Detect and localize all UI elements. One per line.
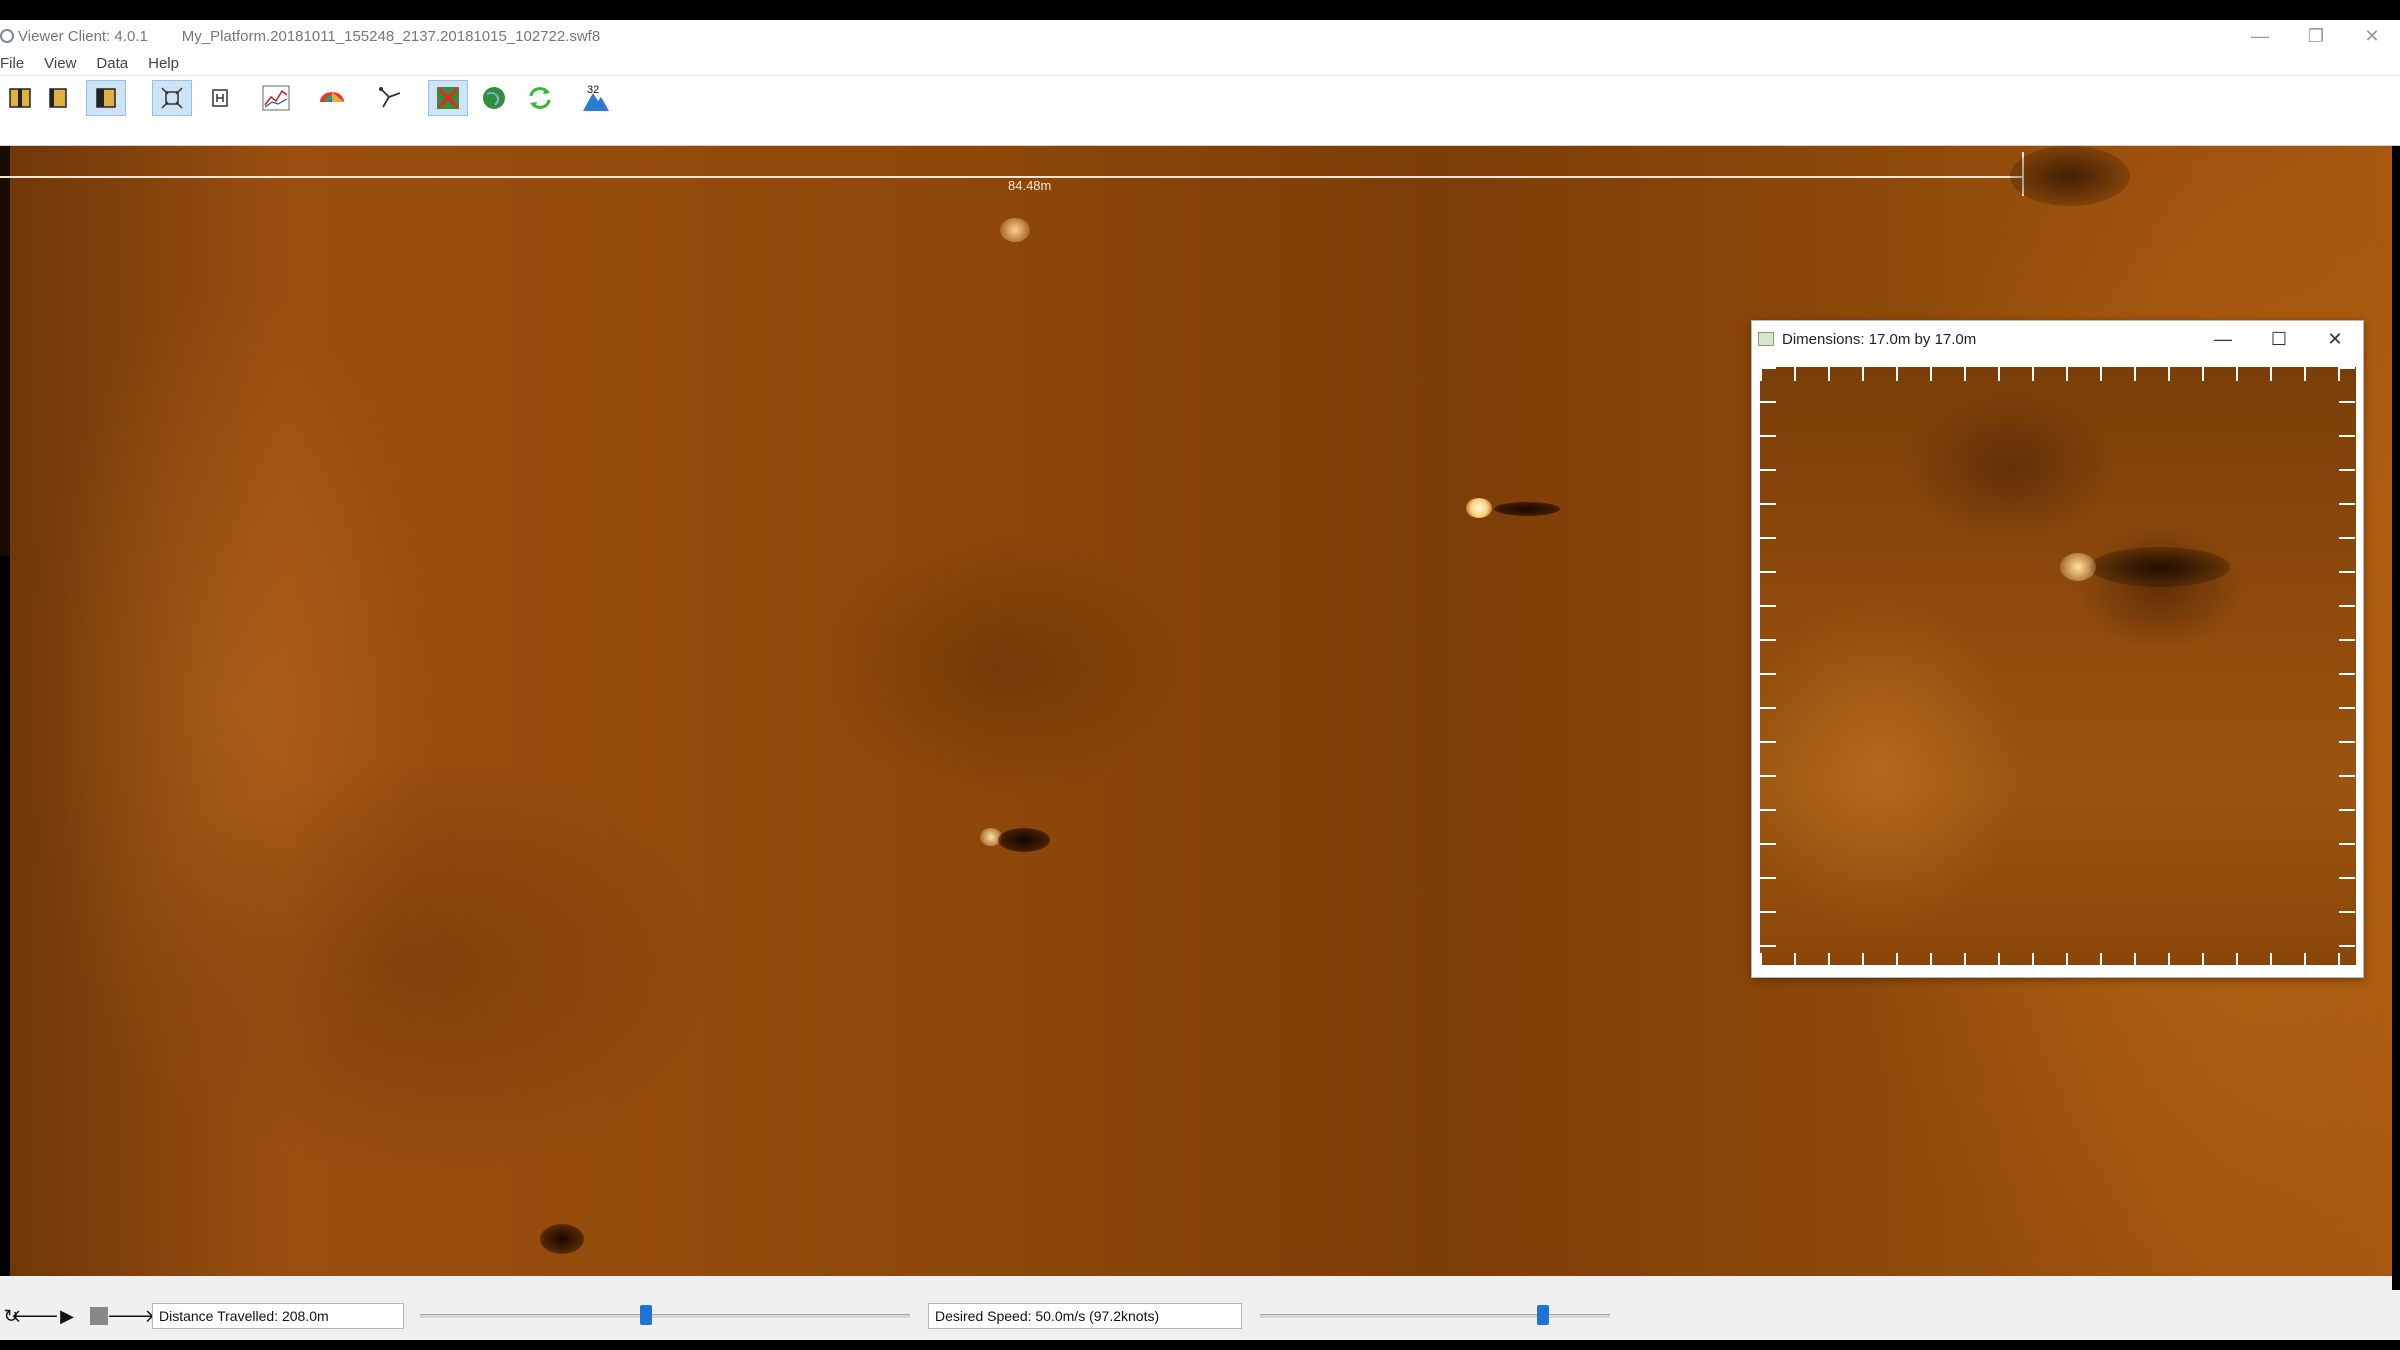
sonar-left-strip xyxy=(0,146,10,1276)
menu-help[interactable]: Help xyxy=(148,55,191,72)
menu-data[interactable]: Data xyxy=(96,55,140,72)
dimensions-window[interactable]: Dimensions: 17.0m by 17.0m — ☐ ✕ xyxy=(1751,320,2364,978)
split-view-icon[interactable] xyxy=(0,80,40,116)
window-icon xyxy=(1758,332,1774,346)
play-icon[interactable]: ▶ xyxy=(56,1305,78,1327)
depth-badge: 32 xyxy=(587,84,599,96)
depth-icon[interactable]: 32 xyxy=(576,80,616,116)
measure-box-icon[interactable] xyxy=(200,80,240,116)
desired-speed-field: Desired Speed: 50.0m/s (97.2knots) xyxy=(928,1303,1242,1329)
horizontal-scrollbar[interactable] xyxy=(0,1276,2392,1290)
app-title: Viewer Client: 4.0.1 xyxy=(18,27,148,45)
zoomed-contact-shadow xyxy=(2090,547,2230,587)
toolbar: 32 xyxy=(0,76,2400,146)
maximize-icon[interactable]: ☐ xyxy=(2251,321,2307,357)
ruler-top xyxy=(1760,367,2356,381)
target-icon[interactable] xyxy=(428,80,468,116)
dimensions-window-title: Dimensions: 17.0m by 17.0m xyxy=(1782,330,1977,348)
back-arrow-icon[interactable]: 🡐 xyxy=(11,1305,59,1327)
menu-bar: File View Data Help xyxy=(0,52,2400,76)
app-icon xyxy=(0,29,14,43)
zoomed-contact xyxy=(2060,553,2096,581)
minimize-icon[interactable]: — xyxy=(2195,321,2251,357)
ruler-left xyxy=(1760,367,1776,967)
sonar-contact-shadow xyxy=(1494,502,1560,516)
color-palette-icon[interactable] xyxy=(312,80,352,116)
distance-travelled-field: Distance Travelled: 208.0m xyxy=(152,1303,404,1329)
ruler-bottom-line xyxy=(1760,965,2356,969)
ruler-right xyxy=(2339,367,2355,967)
sonar-dark-patch xyxy=(2010,146,2130,206)
minimize-icon[interactable]: — xyxy=(2232,20,2288,52)
refresh-icon[interactable] xyxy=(520,80,560,116)
restore-icon[interactable]: ❐ xyxy=(2288,20,2344,52)
menu-view[interactable]: View xyxy=(44,55,88,72)
line-graph-icon[interactable] xyxy=(256,80,296,116)
title-bar: Viewer Client: 4.0.1 My_Platform.2018101… xyxy=(0,20,2400,52)
starboard-view-icon[interactable] xyxy=(86,80,126,116)
dimensions-window-titlebar[interactable]: Dimensions: 17.0m by 17.0m — ☐ ✕ xyxy=(1752,321,2363,357)
distance-slider-thumb[interactable] xyxy=(640,1305,652,1325)
fit-view-icon[interactable] xyxy=(152,80,192,116)
scale-label: 84.48m xyxy=(1008,178,1052,193)
speed-slider[interactable] xyxy=(1260,1305,1610,1325)
sonar-contact[interactable] xyxy=(1466,498,1492,518)
bottom-black-bar xyxy=(0,1340,2400,1350)
track-plot-icon[interactable] xyxy=(370,80,410,116)
sonar-contact-shadow xyxy=(540,1224,584,1254)
top-black-bar xyxy=(0,0,2400,20)
sonar-contact[interactable] xyxy=(1000,218,1030,242)
forward-arrow-icon[interactable]: 🡒 xyxy=(107,1305,155,1327)
sonar-contact-shadow xyxy=(998,828,1050,852)
close-icon[interactable]: ✕ xyxy=(2307,321,2363,357)
file-name: My_Platform.20181011_155248_2137.2018101… xyxy=(181,27,601,45)
globe-icon[interactable] xyxy=(474,80,514,116)
port-view-icon[interactable] xyxy=(38,80,78,116)
zoomed-sonar-image[interactable] xyxy=(1760,367,2356,967)
close-icon[interactable]: ✕ xyxy=(2344,20,2400,52)
status-bar: ↻ 🡐 ▶ 🡒 Distance Travelled: 208.0m Desir… xyxy=(0,1290,2400,1340)
menu-file[interactable]: File xyxy=(0,55,36,72)
speed-slider-thumb[interactable] xyxy=(1537,1305,1549,1325)
distance-slider[interactable] xyxy=(420,1305,910,1325)
